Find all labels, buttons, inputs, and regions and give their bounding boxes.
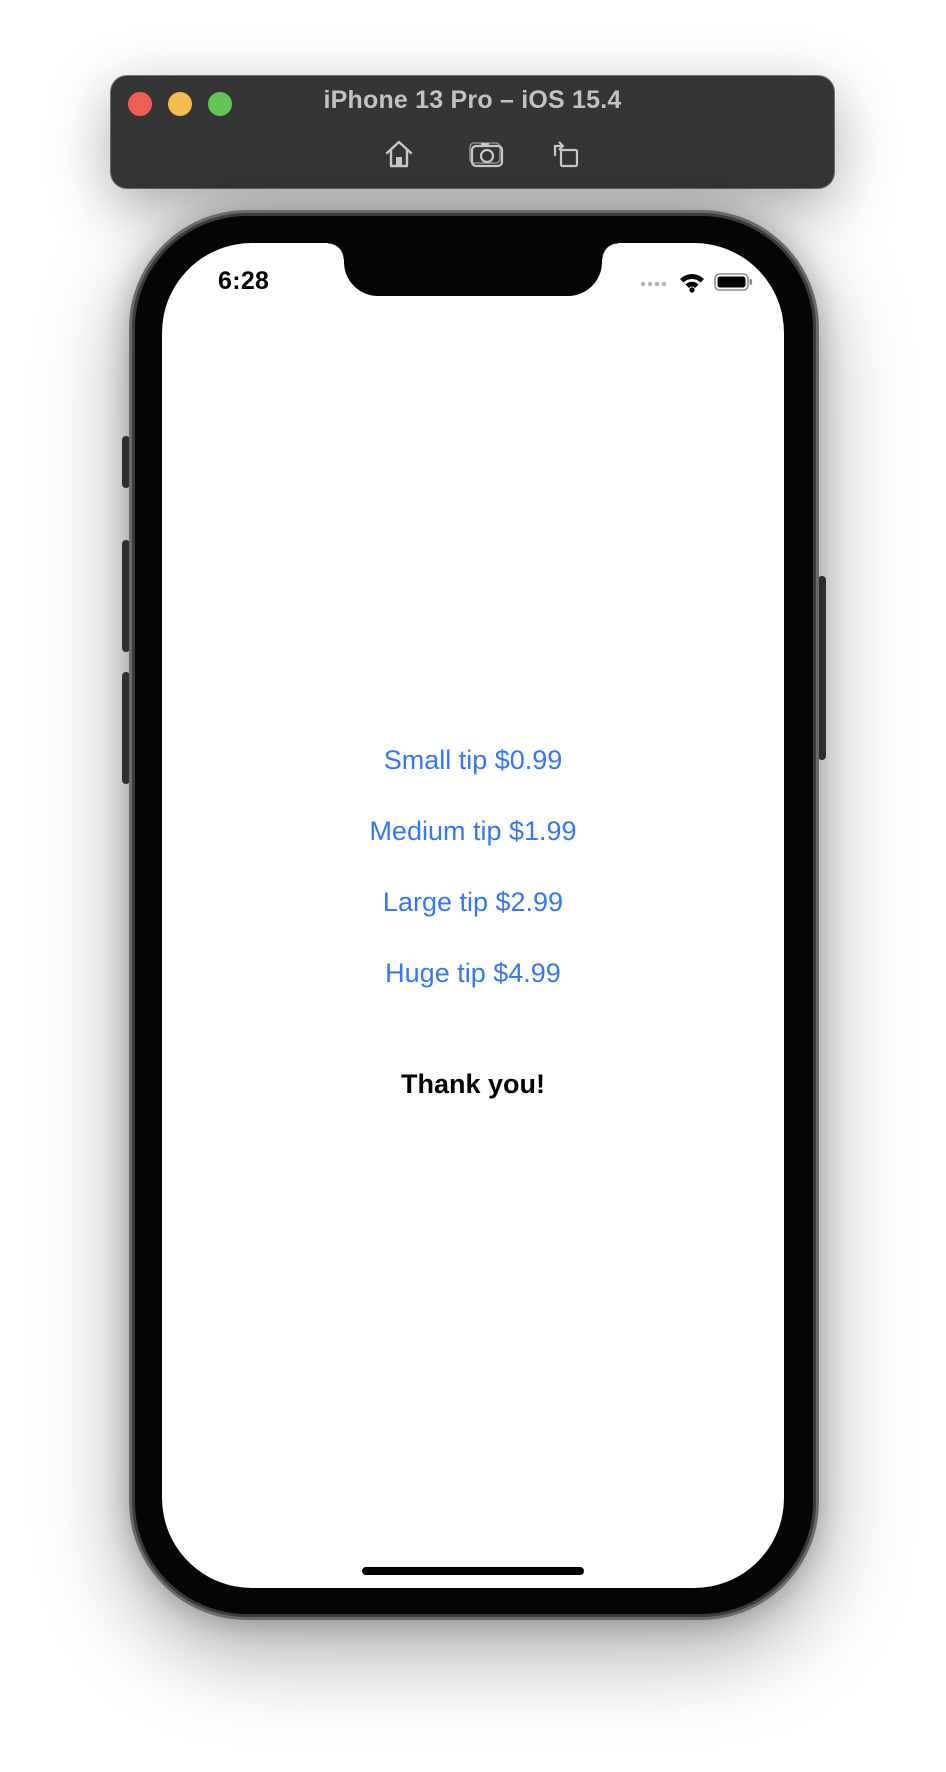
simulator-stage: iPhone 13 Pro – iOS 15.4 6:28 Small tip … (0, 0, 946, 1772)
screenshot-button[interactable] (467, 136, 507, 172)
large-tip-button[interactable]: Large tip $2.99 (162, 882, 784, 953)
medium-tip-button[interactable]: Medium tip $1.99 (162, 811, 784, 882)
notch (328, 243, 618, 296)
simulator-toolbar: iPhone 13 Pro – iOS 15.4 (111, 76, 834, 188)
status-icons (640, 271, 754, 293)
home-icon (385, 140, 413, 168)
window-title: iPhone 13 Pro – iOS 15.4 (323, 86, 622, 114)
small-tip-button[interactable]: Small tip $0.99 (162, 740, 784, 811)
home-button[interactable] (379, 136, 419, 172)
cellular-signal-icon (640, 281, 667, 287)
home-indicator[interactable] (362, 1567, 584, 1575)
thank-you-message: Thank you! (400, 1069, 545, 1099)
rotate-icon (553, 141, 579, 168)
status-time: 6:28 (218, 267, 270, 295)
camera-icon (469, 142, 504, 168)
wifi-icon (680, 274, 704, 293)
device-screen: 6:28 Small tip $0.99 Medium tip $1.99 La… (162, 243, 784, 1588)
power-button (818, 576, 826, 760)
huge-tip-button[interactable]: Huge tip $4.99 (162, 953, 784, 1024)
rotate-button[interactable] (545, 136, 585, 172)
battery-icon (714, 273, 753, 291)
tip-options: Small tip $0.99 Medium tip $1.99 Large t… (162, 740, 784, 1024)
